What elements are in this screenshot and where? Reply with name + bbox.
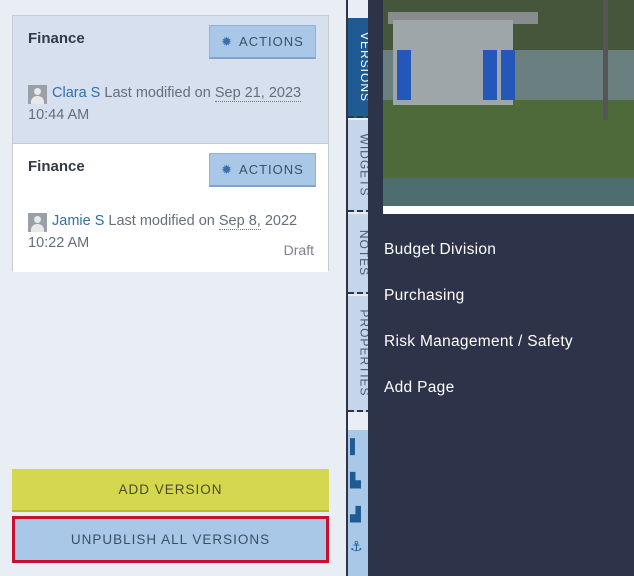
page-icon[interactable]: ▟ bbox=[350, 506, 361, 523]
modified-prefix: Last modified on bbox=[108, 213, 215, 229]
page-link-risk-management[interactable]: Risk Management / Safety bbox=[384, 333, 573, 351]
version-card-draft[interactable]: Finance ✹ ACTIONS Jamie S Last modified … bbox=[13, 144, 328, 272]
divider bbox=[383, 206, 634, 214]
page-preview-image bbox=[383, 0, 634, 206]
version-list: Finance ✹ ACTIONS Clara S Last modified … bbox=[12, 15, 329, 272]
actions-label: ACTIONS bbox=[239, 34, 304, 49]
add-version-button[interactable]: ADD VERSION bbox=[12, 469, 329, 512]
gear-icon: ✹ bbox=[221, 161, 234, 177]
modified-time: 10:44 AM bbox=[28, 107, 90, 123]
versions-panel: Finance ✹ ACTIONS Clara S Last modified … bbox=[0, 0, 346, 576]
unpublish-all-versions-button[interactable]: UNPUBLISH ALL VERSIONS bbox=[12, 516, 329, 563]
version-title: Finance bbox=[28, 158, 85, 175]
version-meta: Clara S Last modified on Sep 21, 2023 10… bbox=[28, 82, 318, 126]
layout-icon[interactable]: ▙ bbox=[350, 472, 361, 489]
anchor-icon[interactable]: ⚓ bbox=[350, 538, 363, 555]
modified-date: Sep 21, 2023 bbox=[214, 85, 302, 102]
status-badge: Draft bbox=[283, 242, 314, 258]
divider bbox=[346, 0, 348, 576]
version-card-current[interactable]: Finance ✹ ACTIONS Clara S Last modified … bbox=[13, 16, 328, 144]
actions-button[interactable]: ✹ ACTIONS bbox=[209, 25, 316, 59]
user-link[interactable]: Jamie S bbox=[52, 213, 104, 229]
modified-prefix: Last modified on bbox=[104, 85, 211, 101]
align-left-icon[interactable]: ▌ bbox=[350, 438, 360, 454]
actions-button[interactable]: ✹ ACTIONS bbox=[209, 153, 316, 187]
version-title: Finance bbox=[28, 30, 85, 47]
modified-date: Sep 8, bbox=[218, 213, 261, 230]
tool-strip: ▌ ▙ ▟ ⚓ bbox=[346, 430, 370, 576]
user-link[interactable]: Clara S bbox=[52, 85, 100, 101]
version-meta: Jamie S Last modified on Sep 8, 2022 10:… bbox=[28, 210, 318, 254]
add-page-link[interactable]: Add Page bbox=[384, 379, 455, 397]
page-link-budget-division[interactable]: Budget Division bbox=[384, 241, 496, 259]
gear-icon: ✹ bbox=[221, 33, 234, 49]
actions-label: ACTIONS bbox=[239, 162, 304, 177]
page-link-purchasing[interactable]: Purchasing bbox=[384, 287, 465, 305]
